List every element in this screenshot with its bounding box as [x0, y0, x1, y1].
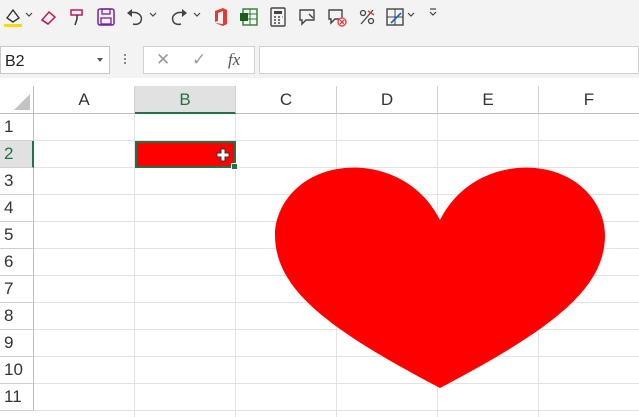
formula-buttons: ✕ ✓ fx — [143, 46, 255, 74]
fill-handle[interactable] — [231, 163, 238, 170]
row-header-10[interactable]: 10 — [0, 357, 34, 384]
fill-color-icon[interactable] — [2, 4, 24, 30]
select-all-button[interactable] — [0, 86, 34, 114]
row-header-11[interactable]: 11 — [0, 384, 34, 411]
row-header-7[interactable]: 7 — [0, 276, 34, 303]
redo-icon[interactable] — [168, 4, 190, 30]
sheet-icon[interactable] — [238, 4, 260, 30]
row-header-4[interactable]: 4 — [0, 195, 34, 222]
undo-icon[interactable] — [124, 4, 146, 30]
splitter-handle-icon[interactable] — [124, 54, 127, 66]
column-header-d[interactable]: D — [337, 86, 438, 114]
name-box[interactable]: B2 — [0, 46, 110, 74]
row-header-3[interactable]: 3 — [0, 168, 34, 195]
row-header-6[interactable]: 6 — [0, 249, 34, 276]
percent-icon[interactable] — [356, 4, 378, 30]
border-icon[interactable] — [384, 4, 406, 30]
chevron-down-icon[interactable] — [24, 10, 34, 20]
eraser-icon[interactable] — [38, 4, 60, 30]
enter-button[interactable]: ✓ — [192, 50, 206, 70]
undo-chevron-icon[interactable] — [148, 10, 158, 20]
more-icon[interactable] — [428, 8, 438, 18]
format-painter-icon[interactable] — [66, 4, 88, 30]
calculator-icon[interactable] — [267, 4, 289, 30]
comment-icon[interactable] — [296, 4, 318, 30]
formula-bar: B2 ✕ ✓ fx — [0, 40, 639, 78]
cell-cursor-icon — [216, 148, 230, 162]
row-header-9[interactable]: 9 — [0, 330, 34, 357]
row-header-2[interactable]: 2 — [0, 141, 34, 168]
insert-function-button[interactable]: fx — [228, 50, 240, 70]
save-icon[interactable] — [95, 4, 117, 30]
formula-input[interactable] — [259, 46, 639, 74]
column-header-a[interactable]: A — [34, 86, 135, 114]
row-header-8[interactable]: 8 — [0, 303, 34, 330]
border-chevron-icon[interactable] — [406, 10, 416, 20]
row-header-1[interactable]: 1 — [0, 114, 34, 141]
name-box-value: B2 — [5, 53, 25, 70]
chevron-down-icon[interactable] — [97, 58, 103, 62]
column-header-f[interactable]: F — [539, 86, 639, 114]
quick-access-toolbar — [0, 0, 639, 40]
redo-chevron-icon[interactable] — [192, 10, 202, 20]
cancel-button[interactable]: ✕ — [156, 50, 170, 70]
delete-comment-icon[interactable] — [326, 4, 348, 30]
row-header-5[interactable]: 5 — [0, 222, 34, 249]
column-header-c[interactable]: C — [236, 86, 337, 114]
heart-shape[interactable] — [270, 160, 610, 392]
column-header-b[interactable]: B — [135, 86, 236, 114]
office-icon[interactable] — [210, 4, 232, 30]
column-header-e[interactable]: E — [438, 86, 539, 114]
